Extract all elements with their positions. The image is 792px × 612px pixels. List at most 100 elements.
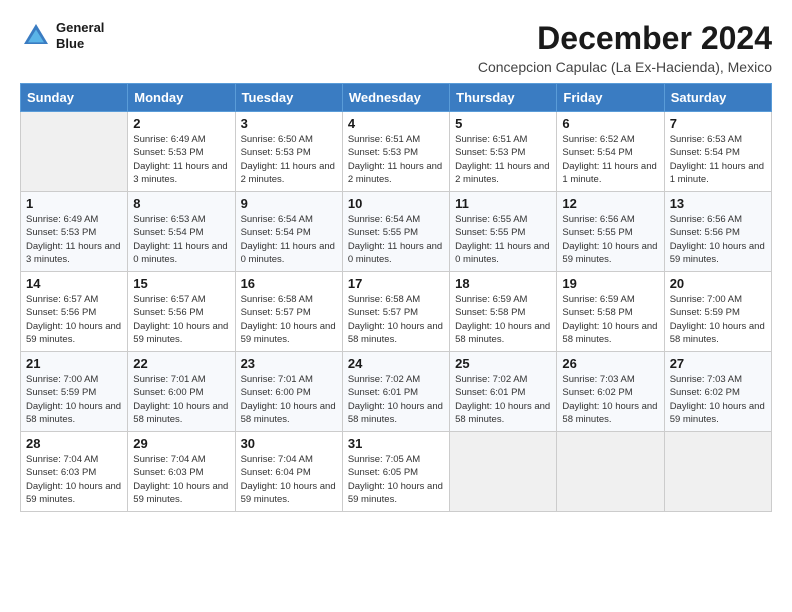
calendar-day-cell: 30 Sunrise: 7:04 AM Sunset: 6:04 PM Dayl… [235, 432, 342, 512]
day-info: Sunrise: 6:59 AM Sunset: 5:58 PM Dayligh… [455, 293, 551, 346]
day-info: Sunrise: 7:03 AM Sunset: 6:02 PM Dayligh… [562, 373, 658, 426]
day-info: Sunrise: 6:50 AM Sunset: 5:53 PM Dayligh… [241, 133, 337, 186]
calendar-day-cell: 2 Sunrise: 6:49 AM Sunset: 5:53 PM Dayli… [128, 112, 235, 192]
day-of-week-header: Saturday [664, 84, 771, 112]
day-number: 15 [133, 276, 229, 291]
calendar-day-cell: 8 Sunrise: 6:53 AM Sunset: 5:54 PM Dayli… [128, 192, 235, 272]
day-number: 20 [670, 276, 766, 291]
calendar-day-cell: 24 Sunrise: 7:02 AM Sunset: 6:01 PM Dayl… [342, 352, 449, 432]
day-number: 6 [562, 116, 658, 131]
calendar-day-cell: 10 Sunrise: 6:54 AM Sunset: 5:55 PM Dayl… [342, 192, 449, 272]
day-number: 9 [241, 196, 337, 211]
day-number: 22 [133, 356, 229, 371]
calendar-day-cell: 6 Sunrise: 6:52 AM Sunset: 5:54 PM Dayli… [557, 112, 664, 192]
day-number: 7 [670, 116, 766, 131]
day-number: 17 [348, 276, 444, 291]
calendar-day-cell: 5 Sunrise: 6:51 AM Sunset: 5:53 PM Dayli… [450, 112, 557, 192]
day-number: 14 [26, 276, 122, 291]
day-info: Sunrise: 6:59 AM Sunset: 5:58 PM Dayligh… [562, 293, 658, 346]
day-number: 18 [455, 276, 551, 291]
day-info: Sunrise: 7:04 AM Sunset: 6:03 PM Dayligh… [133, 453, 229, 506]
day-info: Sunrise: 6:54 AM Sunset: 5:54 PM Dayligh… [241, 213, 337, 266]
calendar-week-row: 2 Sunrise: 6:49 AM Sunset: 5:53 PM Dayli… [21, 112, 772, 192]
logo: General Blue [20, 20, 104, 52]
calendar-day-cell: 31 Sunrise: 7:05 AM Sunset: 6:05 PM Dayl… [342, 432, 449, 512]
calendar-day-cell: 28 Sunrise: 7:04 AM Sunset: 6:03 PM Dayl… [21, 432, 128, 512]
calendar-day-cell: 13 Sunrise: 6:56 AM Sunset: 5:56 PM Dayl… [664, 192, 771, 272]
day-info: Sunrise: 7:01 AM Sunset: 6:00 PM Dayligh… [133, 373, 229, 426]
calendar-day-cell: 16 Sunrise: 6:58 AM Sunset: 5:57 PM Dayl… [235, 272, 342, 352]
day-number: 19 [562, 276, 658, 291]
day-info: Sunrise: 6:51 AM Sunset: 5:53 PM Dayligh… [455, 133, 551, 186]
calendar-empty-cell [557, 432, 664, 512]
day-number: 16 [241, 276, 337, 291]
day-number: 31 [348, 436, 444, 451]
day-number: 13 [670, 196, 766, 211]
calendar-day-cell: 21 Sunrise: 7:00 AM Sunset: 5:59 PM Dayl… [21, 352, 128, 432]
day-of-week-header: Sunday [21, 84, 128, 112]
day-number: 8 [133, 196, 229, 211]
day-info: Sunrise: 6:52 AM Sunset: 5:54 PM Dayligh… [562, 133, 658, 186]
calendar-day-cell: 18 Sunrise: 6:59 AM Sunset: 5:58 PM Dayl… [450, 272, 557, 352]
day-of-week-header: Thursday [450, 84, 557, 112]
page-header: General Blue December 2024 Concepcion Ca… [20, 20, 772, 75]
calendar-table: SundayMondayTuesdayWednesdayThursdayFrid… [20, 83, 772, 512]
day-number: 1 [26, 196, 122, 211]
day-info: Sunrise: 6:49 AM Sunset: 5:53 PM Dayligh… [26, 213, 122, 266]
day-number: 10 [348, 196, 444, 211]
day-info: Sunrise: 7:04 AM Sunset: 6:03 PM Dayligh… [26, 453, 122, 506]
day-number: 30 [241, 436, 337, 451]
day-info: Sunrise: 6:58 AM Sunset: 5:57 PM Dayligh… [348, 293, 444, 346]
day-number: 2 [133, 116, 229, 131]
day-info: Sunrise: 7:05 AM Sunset: 6:05 PM Dayligh… [348, 453, 444, 506]
logo-icon [20, 20, 52, 52]
day-info: Sunrise: 7:00 AM Sunset: 5:59 PM Dayligh… [26, 373, 122, 426]
logo-text: General Blue [56, 20, 104, 51]
day-info: Sunrise: 6:51 AM Sunset: 5:53 PM Dayligh… [348, 133, 444, 186]
day-number: 25 [455, 356, 551, 371]
day-of-week-header: Tuesday [235, 84, 342, 112]
calendar-week-row: 1 Sunrise: 6:49 AM Sunset: 5:53 PM Dayli… [21, 192, 772, 272]
day-info: Sunrise: 6:54 AM Sunset: 5:55 PM Dayligh… [348, 213, 444, 266]
day-number: 28 [26, 436, 122, 451]
calendar-day-cell: 17 Sunrise: 6:58 AM Sunset: 5:57 PM Dayl… [342, 272, 449, 352]
calendar-day-cell: 22 Sunrise: 7:01 AM Sunset: 6:00 PM Dayl… [128, 352, 235, 432]
day-of-week-header: Wednesday [342, 84, 449, 112]
title-area: December 2024 Concepcion Capulac (La Ex-… [478, 20, 772, 75]
calendar-day-cell: 29 Sunrise: 7:04 AM Sunset: 6:03 PM Dayl… [128, 432, 235, 512]
calendar-week-row: 28 Sunrise: 7:04 AM Sunset: 6:03 PM Dayl… [21, 432, 772, 512]
day-info: Sunrise: 7:00 AM Sunset: 5:59 PM Dayligh… [670, 293, 766, 346]
day-number: 12 [562, 196, 658, 211]
day-number: 23 [241, 356, 337, 371]
calendar-day-cell: 11 Sunrise: 6:55 AM Sunset: 5:55 PM Dayl… [450, 192, 557, 272]
day-of-week-header: Friday [557, 84, 664, 112]
calendar-day-cell: 27 Sunrise: 7:03 AM Sunset: 6:02 PM Dayl… [664, 352, 771, 432]
calendar-day-cell: 7 Sunrise: 6:53 AM Sunset: 5:54 PM Dayli… [664, 112, 771, 192]
calendar-week-row: 14 Sunrise: 6:57 AM Sunset: 5:56 PM Dayl… [21, 272, 772, 352]
day-info: Sunrise: 7:02 AM Sunset: 6:01 PM Dayligh… [348, 373, 444, 426]
calendar-day-cell: 4 Sunrise: 6:51 AM Sunset: 5:53 PM Dayli… [342, 112, 449, 192]
month-title: December 2024 [478, 20, 772, 57]
calendar-empty-cell [21, 112, 128, 192]
calendar-header-row: SundayMondayTuesdayWednesdayThursdayFrid… [21, 84, 772, 112]
day-info: Sunrise: 6:57 AM Sunset: 5:56 PM Dayligh… [26, 293, 122, 346]
day-info: Sunrise: 6:49 AM Sunset: 5:53 PM Dayligh… [133, 133, 229, 186]
calendar-empty-cell [664, 432, 771, 512]
day-info: Sunrise: 6:56 AM Sunset: 5:56 PM Dayligh… [670, 213, 766, 266]
day-number: 4 [348, 116, 444, 131]
calendar-day-cell: 3 Sunrise: 6:50 AM Sunset: 5:53 PM Dayli… [235, 112, 342, 192]
day-number: 5 [455, 116, 551, 131]
calendar-day-cell: 14 Sunrise: 6:57 AM Sunset: 5:56 PM Dayl… [21, 272, 128, 352]
day-info: Sunrise: 6:55 AM Sunset: 5:55 PM Dayligh… [455, 213, 551, 266]
day-of-week-header: Monday [128, 84, 235, 112]
day-info: Sunrise: 7:04 AM Sunset: 6:04 PM Dayligh… [241, 453, 337, 506]
day-info: Sunrise: 7:01 AM Sunset: 6:00 PM Dayligh… [241, 373, 337, 426]
day-number: 11 [455, 196, 551, 211]
day-number: 26 [562, 356, 658, 371]
day-info: Sunrise: 6:53 AM Sunset: 5:54 PM Dayligh… [133, 213, 229, 266]
calendar-day-cell: 19 Sunrise: 6:59 AM Sunset: 5:58 PM Dayl… [557, 272, 664, 352]
calendar-day-cell: 1 Sunrise: 6:49 AM Sunset: 5:53 PM Dayli… [21, 192, 128, 272]
day-number: 21 [26, 356, 122, 371]
day-info: Sunrise: 7:03 AM Sunset: 6:02 PM Dayligh… [670, 373, 766, 426]
day-info: Sunrise: 6:58 AM Sunset: 5:57 PM Dayligh… [241, 293, 337, 346]
